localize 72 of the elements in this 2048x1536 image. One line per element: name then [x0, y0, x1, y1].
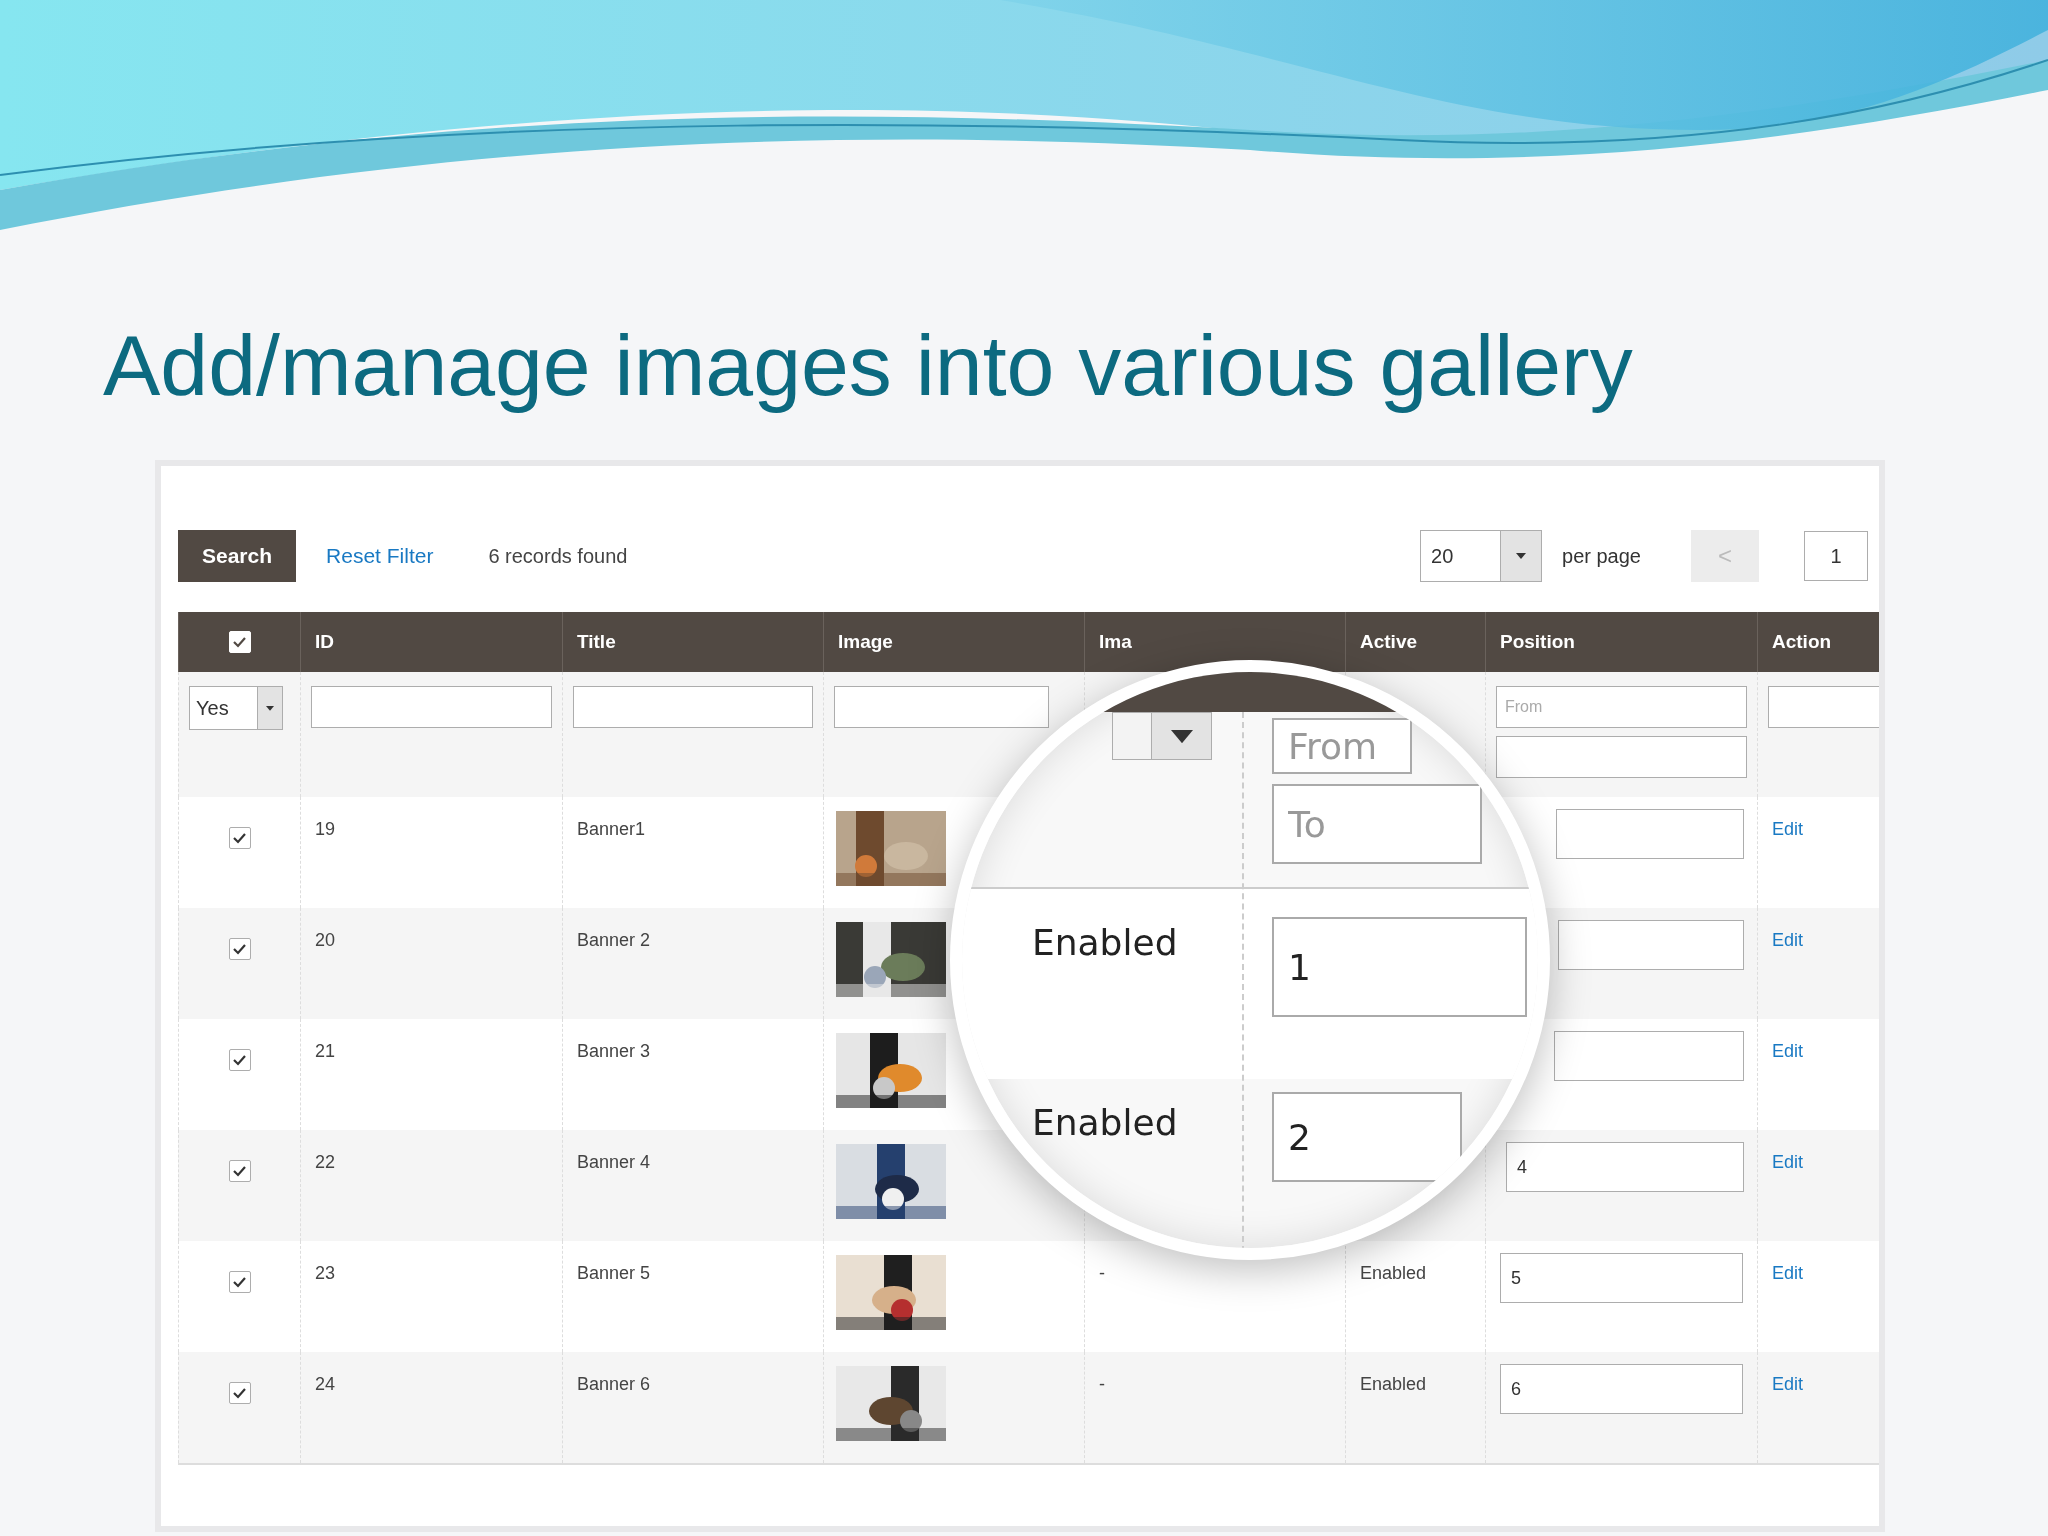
table-cell: 22 — [315, 1152, 336, 1172]
table-cell: - — [1099, 1374, 1105, 1394]
status-text: Enabled — [1032, 1102, 1178, 1143]
position-field[interactable] — [1556, 809, 1744, 859]
position-field[interactable]: 4 — [1506, 1142, 1744, 1192]
status-text: Enabled — [1032, 922, 1178, 963]
column-header: Active — [1360, 631, 1418, 653]
position-field[interactable]: 5 — [1500, 1253, 1743, 1303]
edit-link[interactable]: Edit — [1772, 819, 1804, 839]
position-field[interactable] — [1554, 1031, 1744, 1081]
checkbox[interactable] — [228, 827, 251, 849]
edit-link[interactable]: Edit — [1772, 1263, 1804, 1283]
checkmark-icon — [232, 1275, 247, 1289]
table-cell: 19 — [315, 819, 336, 839]
filter-field[interactable] — [573, 686, 813, 728]
position-field[interactable] — [1558, 920, 1744, 970]
checkmark-icon — [232, 942, 247, 956]
table-cell: Enabled — [1360, 1374, 1427, 1394]
edit-link[interactable]: Edit — [1772, 930, 1804, 950]
table-cell: Banner1 — [577, 819, 646, 839]
filter-select[interactable]: Yes — [189, 686, 283, 730]
checkmark-icon — [232, 1386, 247, 1400]
checkmark-icon — [232, 1164, 247, 1178]
table-cell: 24 — [315, 1374, 336, 1394]
to-field[interactable]: To — [1272, 784, 1482, 864]
column-header: Image — [838, 631, 893, 653]
per-page-select[interactable]: 20 — [1420, 530, 1543, 582]
page-number-field[interactable]: 1 — [1804, 531, 1868, 581]
table-cell: Banner 2 — [577, 930, 651, 950]
filter-select[interactable] — [1112, 712, 1212, 760]
column-header: Ima — [1099, 631, 1132, 653]
reset-filter-link[interactable]: Reset Filter — [326, 544, 434, 568]
checkmark-icon — [232, 635, 247, 649]
position-field[interactable]: 6 — [1500, 1364, 1743, 1414]
caret-icon — [266, 705, 274, 711]
column-header: Position — [1500, 631, 1575, 653]
checkbox[interactable] — [228, 1271, 251, 1293]
position-field[interactable]: 2 — [1272, 1092, 1462, 1182]
checkmark-icon — [232, 1053, 247, 1067]
column-header: ID — [315, 631, 334, 653]
slide-title: Add/manage images into various gallery — [103, 316, 1633, 415]
column-header: Action — [1772, 631, 1832, 653]
records-count: 6 records found — [488, 544, 628, 568]
from-field[interactable]: From — [1272, 718, 1412, 774]
filter-field[interactable] — [1768, 686, 1879, 728]
table-cell: Banner 3 — [577, 1041, 651, 1061]
caret-icon — [1516, 553, 1527, 559]
to-field[interactable] — [1496, 736, 1747, 778]
table-cell: Enabled — [1360, 1263, 1427, 1283]
table-cell: 23 — [315, 1263, 336, 1283]
from-field[interactable]: From — [1496, 686, 1747, 728]
table-cell: - — [1099, 1263, 1105, 1283]
caret-icon — [1170, 729, 1193, 743]
per-page-label: per page — [1562, 544, 1641, 568]
edit-link[interactable]: Edit — [1772, 1041, 1804, 1061]
table-cell: 20 — [315, 930, 336, 950]
table-cell: Banner 5 — [577, 1263, 651, 1283]
position-field[interactable]: 1 — [1272, 917, 1527, 1017]
checkmark-icon — [232, 831, 247, 845]
table-cell: 21 — [315, 1041, 336, 1061]
edit-link[interactable]: Edit — [1772, 1374, 1804, 1394]
checkbox[interactable] — [228, 938, 251, 960]
filter-field[interactable] — [834, 686, 1049, 728]
search-button[interactable]: Search — [178, 530, 297, 582]
edit-link[interactable]: Edit — [1772, 1152, 1804, 1172]
checkbox[interactable] — [228, 1049, 251, 1071]
table-cell: Banner 6 — [577, 1374, 651, 1394]
filter-field[interactable] — [311, 686, 552, 728]
column-header: Title — [577, 631, 616, 653]
checkbox[interactable] — [228, 1382, 251, 1404]
checkbox[interactable] — [228, 1160, 251, 1182]
table-cell: Banner 4 — [577, 1152, 651, 1172]
